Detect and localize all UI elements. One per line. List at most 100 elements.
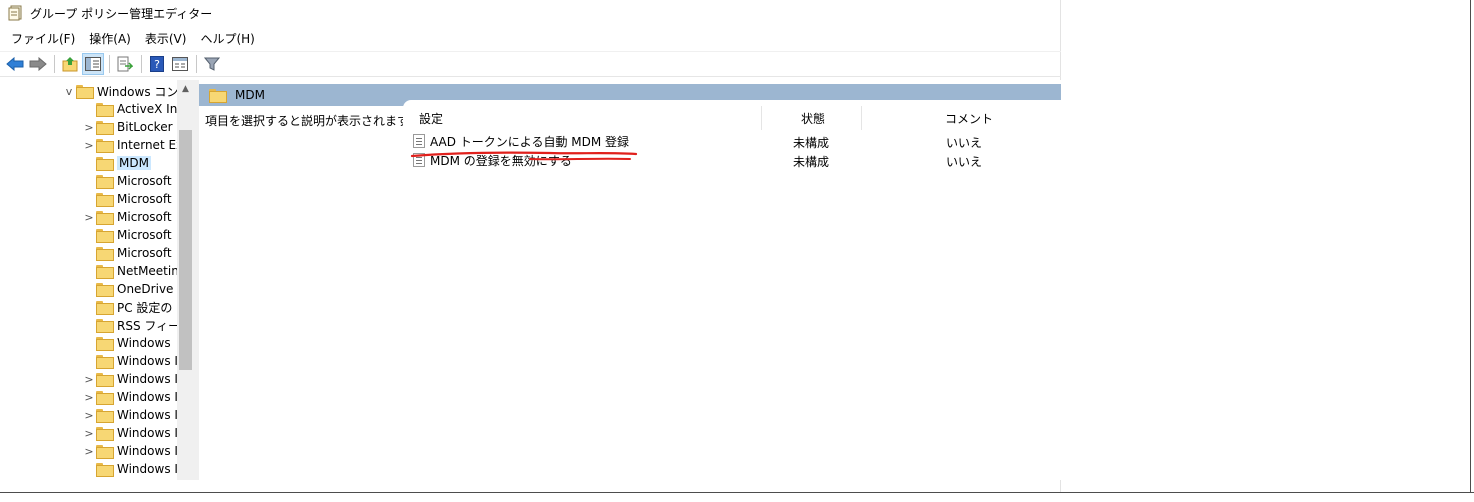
chevron-right-icon[interactable]: >	[82, 370, 96, 388]
folder-icon	[96, 337, 114, 351]
setting-state: 未構成	[793, 136, 830, 150]
group-policy-editor-window: グループ ポリシー管理エディター ファイル(F) 操作(A) 表示(V) ヘルプ…	[0, 0, 1061, 492]
tree-item[interactable]: NetMeetin	[82, 262, 179, 280]
menu-file[interactable]: ファイル(F)	[4, 28, 82, 49]
console-tree: v Windows コンポ ActiveX In > BitLocker > I…	[0, 80, 194, 480]
column-header-state[interactable]: 状態	[801, 110, 825, 127]
toolbar-separator	[196, 55, 197, 73]
chevron-right-icon[interactable]: >	[82, 442, 96, 460]
screenshot-right-edge	[1470, 0, 1474, 492]
forward-button[interactable]	[27, 53, 49, 75]
folder-icon	[96, 139, 114, 153]
scrollbar-thumb[interactable]	[179, 130, 192, 370]
folder-icon	[96, 373, 114, 387]
setting-name: MDM の登録を無効にする	[430, 153, 572, 168]
tree-item[interactable]: > BitLocker	[82, 118, 173, 136]
help-icon: ?	[150, 56, 164, 72]
tree-item[interactable]: PC 設定の	[82, 298, 172, 316]
tree-item-mdm[interactable]: MDM	[82, 154, 151, 172]
folder-icon	[96, 229, 114, 243]
forward-arrow-icon	[29, 57, 47, 71]
filter-button[interactable]	[201, 53, 223, 75]
tree-item[interactable]: > Windows I	[82, 370, 178, 388]
show-hide-console-tree-button[interactable]	[82, 53, 104, 75]
description-text: 項目を選択すると説明が表示されます。	[205, 114, 420, 128]
toolbar-separator	[109, 55, 110, 73]
export-list-button[interactable]	[114, 53, 136, 75]
tree-item[interactable]: Windows I	[82, 352, 178, 370]
screenshot-bottom-edge	[0, 492, 1474, 502]
help-button[interactable]: ?	[146, 53, 168, 75]
menu-bar: ファイル(F) 操作(A) 表示(V) ヘルプ(H)	[0, 28, 262, 48]
up-one-level-button[interactable]	[59, 53, 81, 75]
chevron-right-icon[interactable]: >	[82, 136, 96, 154]
menu-action[interactable]: 操作(A)	[82, 28, 138, 49]
column-divider[interactable]	[761, 106, 762, 130]
folder-icon	[209, 89, 227, 103]
tree-item[interactable]: Microsoft	[82, 244, 172, 262]
scroll-up-icon[interactable]: ▲	[177, 80, 194, 97]
up-folder-icon	[62, 57, 78, 72]
tree-item[interactable]: Windows I	[82, 460, 178, 478]
tree-item[interactable]: ActiveX In	[82, 100, 177, 118]
tree-item[interactable]: Microsoft	[82, 190, 172, 208]
svg-text:?: ?	[154, 58, 160, 71]
window-title: グループ ポリシー管理エディター	[30, 6, 213, 21]
setting-state: 未構成	[793, 155, 830, 169]
tree-item[interactable]: Microsoft	[82, 226, 172, 244]
folder-icon	[96, 319, 114, 333]
setting-row-aad-auto-enroll[interactable]: AAD トークンによる自動 MDM 登録	[413, 132, 629, 150]
tree-item[interactable]: Microsoft	[82, 172, 172, 190]
tree-item[interactable]: Windows	[82, 334, 171, 352]
toolbar-separator	[54, 55, 55, 73]
folder-icon	[96, 157, 114, 171]
chevron-down-icon[interactable]: v	[62, 82, 76, 100]
column-header-comment[interactable]: コメント	[945, 110, 993, 127]
properties-button[interactable]	[169, 53, 191, 75]
folder-icon	[96, 103, 114, 117]
policy-setting-icon	[413, 153, 425, 167]
title-bar: グループ ポリシー管理エディター	[0, 0, 1061, 26]
folder-icon	[96, 301, 114, 315]
export-list-icon	[117, 56, 133, 72]
toolbar-separator	[141, 55, 142, 73]
tree-item[interactable]: OneDrive	[82, 280, 173, 298]
menu-help[interactable]: ヘルプ(H)	[193, 28, 261, 49]
show-hide-tree-icon	[85, 57, 101, 71]
filter-icon	[204, 57, 220, 71]
tree-item[interactable]: > Microsoft	[82, 208, 172, 226]
tree-item[interactable]: > Windows I	[82, 424, 178, 442]
folder-icon	[96, 445, 114, 459]
back-button[interactable]	[4, 53, 26, 75]
chevron-right-icon[interactable]: >	[82, 406, 96, 424]
folder-icon	[76, 85, 94, 99]
column-header-setting[interactable]: 設定	[419, 110, 443, 127]
folder-icon	[96, 463, 114, 477]
setting-name: AAD トークンによる自動 MDM 登録	[430, 134, 630, 149]
folder-icon	[96, 121, 114, 135]
menu-view[interactable]: 表示(V)	[138, 28, 194, 49]
folder-icon	[96, 427, 114, 441]
chevron-right-icon[interactable]: >	[82, 424, 96, 442]
tree-item[interactable]: > Internet Ex	[82, 136, 183, 154]
chevron-right-icon[interactable]: >	[82, 208, 96, 226]
folder-icon	[96, 391, 114, 405]
tree-item[interactable]: > Windows I	[82, 442, 178, 460]
folder-icon	[96, 409, 114, 423]
chevron-right-icon[interactable]: >	[82, 388, 96, 406]
tree-item[interactable]: > Windows I	[82, 388, 178, 406]
content-header-title: MDM	[235, 88, 265, 102]
folder-icon	[96, 283, 114, 297]
column-divider[interactable]	[861, 106, 862, 130]
tree-item[interactable]: > Windows I	[82, 406, 178, 424]
chevron-right-icon[interactable]: >	[82, 118, 96, 136]
tree-item[interactable]: RSS フィード	[82, 316, 192, 334]
tree-item[interactable]: v Windows コンポ	[62, 82, 190, 100]
tree-vertical-scrollbar[interactable]: ▲	[177, 80, 194, 480]
back-arrow-icon	[6, 57, 24, 71]
settings-list: 設定 状態 コメント AAD トークンによる自動 MDM 登録 未構成 いいえ …	[403, 100, 1061, 480]
setting-row-disable-mdm-enroll[interactable]: MDM の登録を無効にする	[413, 151, 572, 169]
folder-icon	[96, 211, 114, 225]
setting-comment: いいえ	[946, 136, 983, 150]
folder-icon	[96, 175, 114, 189]
